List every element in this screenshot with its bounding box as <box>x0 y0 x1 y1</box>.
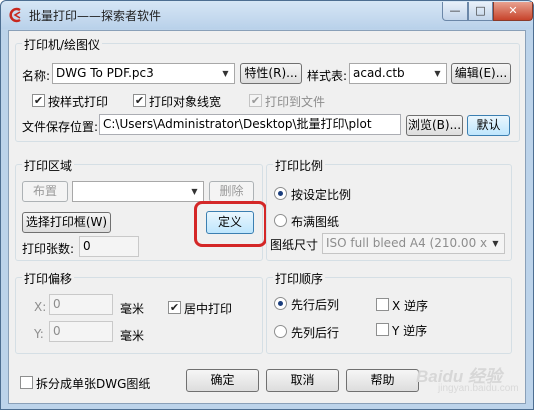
sheet-count-label: 打印张数: <box>22 242 75 256</box>
split-dwg-label: 拆分成单张DWG图纸 <box>36 377 151 391</box>
minimize-button[interactable]: — <box>442 2 468 21</box>
window-title: 批量打印——探索者软件 <box>29 9 162 23</box>
style-sheet-label: 样式表: <box>307 69 348 83</box>
print-lineweight-checkbox[interactable]: ✔ <box>133 94 146 107</box>
ok-button[interactable]: 确定 <box>186 369 259 392</box>
offset-x-label: X: <box>34 300 47 314</box>
print-area-select[interactable]: ▼ <box>72 181 204 202</box>
scale-fixed-label: 按设定比例 <box>291 188 352 202</box>
chevron-down-icon: ▼ <box>191 187 198 196</box>
offset-x-input[interactable]: 0 <box>49 294 113 315</box>
edit-button[interactable]: 编辑(E)... <box>451 63 511 84</box>
printer-name-label: 名称: <box>22 69 51 83</box>
app-logo-icon <box>9 7 21 23</box>
print-area-title: 打印区域 <box>22 157 75 174</box>
col-first-radio[interactable] <box>274 325 287 338</box>
center-print-label: 居中打印 <box>184 302 233 316</box>
offset-y-input[interactable]: 0 <box>49 321 113 342</box>
printer-group-title: 打印机/绘图仪 <box>22 36 103 53</box>
title-bar[interactable]: 批量打印——探索者软件 — □ ✕ <box>1 1 533 29</box>
style-sheet-select[interactable]: acad.ctb ▼ <box>349 63 447 84</box>
browse-button[interactable]: 浏览(B)... <box>406 115 463 136</box>
help-button[interactable]: 帮助 <box>346 369 419 392</box>
print-by-style-label: 按样式打印 <box>48 95 109 109</box>
close-button[interactable]: ✕ <box>493 2 533 21</box>
style-sheet-value: acad.ctb <box>353 66 405 80</box>
watermark-subtext: jingyan.baidu.com <box>438 383 519 394</box>
print-order-title: 打印顺序 <box>273 270 326 287</box>
delete-button[interactable]: 删除 <box>209 181 254 202</box>
center-print-checkbox[interactable]: ✔ <box>168 301 181 314</box>
paper-size-select[interactable]: ISO full bleed A4 (210.00 x 297.0 ▼ <box>322 233 505 254</box>
y-reverse-label: Y 逆序 <box>392 324 428 338</box>
default-button[interactable]: 默认 <box>467 115 510 136</box>
chevron-down-icon: ▼ <box>487 234 504 253</box>
offset-y-unit: 毫米 <box>120 329 145 343</box>
x-reverse-checkbox[interactable] <box>376 298 389 311</box>
paper-size-label: 图纸尺寸 <box>270 238 319 252</box>
print-order-group: 打印顺序 <box>266 270 512 354</box>
scale-fit-radio[interactable] <box>274 214 287 227</box>
paper-size-value: ISO full bleed A4 (210.00 x 297.0 <box>326 236 504 250</box>
chevron-down-icon: ▼ <box>222 69 229 78</box>
print-scale-title: 打印比例 <box>273 157 326 174</box>
row-first-label: 先行后列 <box>291 298 340 312</box>
chevron-down-icon: ▼ <box>434 69 441 78</box>
select-print-frame-button[interactable]: 选择打印框(W) <box>22 212 111 233</box>
properties-button[interactable]: 特性(R)... <box>240 63 302 84</box>
offset-y-label: Y: <box>34 327 44 341</box>
offset-x-unit: 毫米 <box>120 302 145 316</box>
scale-fixed-radio[interactable] <box>274 187 287 200</box>
printer-select[interactable]: DWG To PDF.pc3 ▼ <box>52 63 235 84</box>
y-reverse-checkbox[interactable] <box>376 323 389 336</box>
print-lineweight-label: 打印对象线宽 <box>149 95 222 109</box>
print-to-file-label: 打印到文件 <box>265 95 326 109</box>
save-path-label: 文件保存位置: <box>22 120 99 134</box>
x-reverse-label: X 逆序 <box>392 299 429 313</box>
arrange-button[interactable]: 布置 <box>22 181 68 202</box>
maximize-button[interactable]: □ <box>468 2 493 21</box>
save-path-input[interactable]: C:\Users\Administrator\Desktop\批量打印\plot <box>99 114 401 135</box>
print-by-style-checkbox[interactable]: ✔ <box>32 94 45 107</box>
highlight-annotation <box>194 201 267 247</box>
print-to-file-checkbox[interactable]: ✔ <box>249 94 262 107</box>
printer-select-value: DWG To PDF.pc3 <box>56 66 154 80</box>
col-first-label: 先列后行 <box>291 326 340 340</box>
print-offset-title: 打印偏移 <box>22 270 75 287</box>
sheet-count-field: 0 <box>79 236 139 257</box>
split-dwg-checkbox[interactable] <box>20 376 33 389</box>
row-first-radio[interactable] <box>274 297 287 310</box>
cancel-button[interactable]: 取消 <box>266 369 339 392</box>
scale-fit-label: 布满图纸 <box>291 215 340 229</box>
